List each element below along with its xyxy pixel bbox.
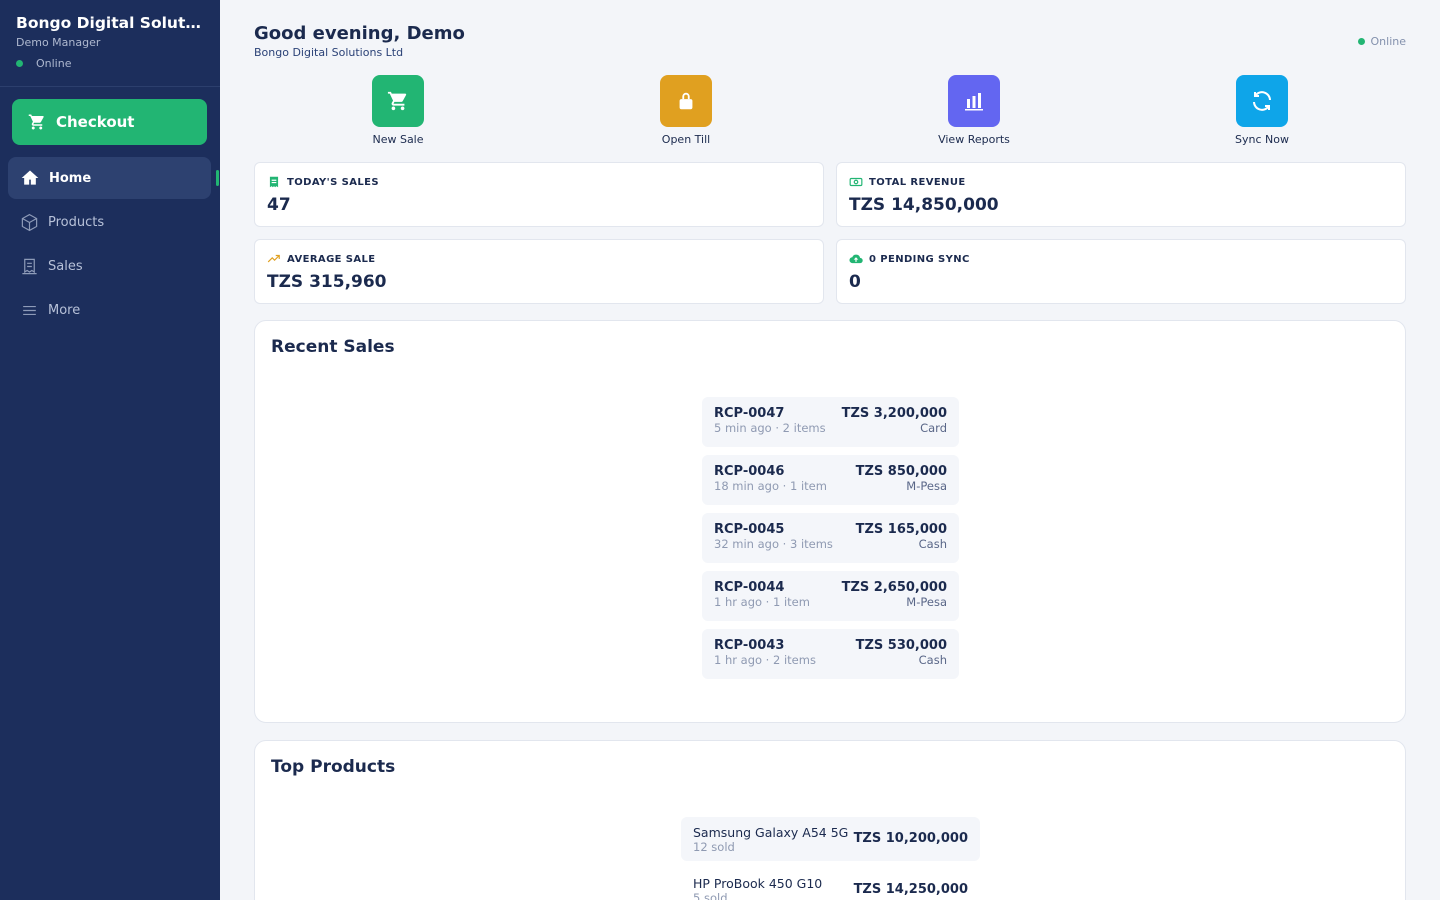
lock-icon xyxy=(660,75,712,127)
payment-method: M-Pesa xyxy=(906,479,947,493)
menu-icon xyxy=(23,305,36,315)
sidebar-item-sales[interactable]: Sales xyxy=(8,245,211,287)
sidebar: Bongo Digital Soluti... Demo Manager Onl… xyxy=(0,0,220,900)
receipt-icon xyxy=(22,258,37,274)
sale-amount: TZS 530,000 xyxy=(855,638,947,653)
sidebar-item-products[interactable]: Products xyxy=(8,201,211,243)
main-content: Good evening, Demo Bongo Digital Solutio… xyxy=(220,0,1440,900)
status-label: Online xyxy=(36,57,72,70)
action-label: Sync Now xyxy=(1235,133,1289,146)
list-item[interactable]: RCP-0043 1 hr ago · 2 items TZS 530,000 … xyxy=(702,629,959,679)
brand-name: Bongo Digital Soluti... xyxy=(16,14,206,32)
list-item[interactable]: Samsung Galaxy A54 5G 12 sold TZS 10,200… xyxy=(681,817,980,861)
sale-amount: TZS 850,000 xyxy=(855,464,947,479)
open-till-button[interactable]: Open Till xyxy=(626,75,746,146)
section-title: Recent Sales xyxy=(271,337,395,357)
connection-status: Online xyxy=(16,57,204,70)
action-label: New Sale xyxy=(372,133,424,146)
stat-label: TOTAL REVENUE xyxy=(869,176,966,188)
stat-label: TODAY'S SALES xyxy=(287,176,379,188)
active-indicator xyxy=(216,170,219,186)
sync-icon xyxy=(1236,75,1288,127)
connection-status: Online xyxy=(1357,35,1406,48)
new-sale-button[interactable]: New Sale xyxy=(338,75,458,146)
payment-method: M-Pesa xyxy=(906,595,947,609)
sidebar-item-home[interactable]: Home xyxy=(8,157,211,199)
sidebar-item-label: More xyxy=(48,302,81,318)
stat-value: 47 xyxy=(267,195,291,215)
quick-actions: New Sale Open Till View Reports Sync Now xyxy=(254,75,1406,147)
status-dot xyxy=(1357,38,1365,45)
section-title: Top Products xyxy=(271,757,396,777)
sale-amount: TZS 3,200,000 xyxy=(841,406,947,421)
box-icon xyxy=(21,213,38,231)
sale-amount: TZS 165,000 xyxy=(855,522,947,537)
stat-value: TZS 14,850,000 xyxy=(849,195,999,215)
list-item[interactable]: RCP-0045 32 min ago · 3 items TZS 165,00… xyxy=(702,513,959,563)
product-revenue: TZS 14,250,000 xyxy=(853,882,968,897)
stat-value: TZS 315,960 xyxy=(267,272,387,292)
sale-meta: 5 min ago · 2 items xyxy=(714,421,826,435)
status-label: Online xyxy=(1370,35,1406,48)
home-icon xyxy=(21,170,39,185)
sidebar-item-label: Products xyxy=(48,214,105,230)
payment-method: Cash xyxy=(918,653,947,667)
sidebar-item-label: Sales xyxy=(48,258,83,274)
top-products-card: Top Products Samsung Galaxy A54 5G 12 so… xyxy=(254,740,1406,900)
checkout-button[interactable]: Checkout xyxy=(12,99,207,145)
stat-card-todays-sales: TODAY'S SALES 47 xyxy=(254,162,824,227)
brand-header: Bongo Digital Soluti... Demo Manager Onl… xyxy=(0,0,220,87)
list-item[interactable]: RCP-0046 18 min ago · 1 item TZS 850,000… xyxy=(702,455,959,505)
sale-amount: TZS 2,650,000 xyxy=(841,580,947,595)
company-name: Bongo Digital Solutions Ltd xyxy=(254,46,404,59)
trend-up-icon xyxy=(267,254,280,263)
receipt-icon xyxy=(269,176,279,188)
user-role: Demo Manager xyxy=(16,36,101,49)
stat-value: 0 xyxy=(849,272,861,292)
stat-label: AVERAGE SALE xyxy=(287,253,376,265)
money-icon xyxy=(849,177,863,187)
sidebar-nav: Home Products Sales More xyxy=(8,157,211,333)
checkout-label: Checkout xyxy=(56,113,135,131)
recent-sales-list: RCP-0047 5 min ago · 2 items TZS 3,200,0… xyxy=(702,397,959,687)
list-item[interactable]: RCP-0044 1 hr ago · 1 item TZS 2,650,000… xyxy=(702,571,959,621)
sale-meta: 32 min ago · 3 items xyxy=(714,537,833,551)
stat-card-average-sale: AVERAGE SALE TZS 315,960 xyxy=(254,239,824,304)
view-reports-button[interactable]: View Reports xyxy=(914,75,1034,146)
stat-label: 0 PENDING SYNC xyxy=(869,253,970,265)
page-title: Good evening, Demo xyxy=(254,23,465,44)
recent-sales-card: Recent Sales RCP-0047 5 min ago · 2 item… xyxy=(254,320,1406,723)
status-dot xyxy=(16,60,23,67)
stat-card-total-revenue: TOTAL REVENUE TZS 14,850,000 xyxy=(836,162,1406,227)
bar-chart-icon xyxy=(948,75,1000,127)
cart-icon xyxy=(28,114,44,130)
payment-method: Card xyxy=(920,421,947,435)
action-label: View Reports xyxy=(938,133,1010,146)
action-label: Open Till xyxy=(661,133,711,146)
sidebar-item-label: Home xyxy=(49,170,92,186)
sale-meta: 1 hr ago · 2 items xyxy=(714,653,816,667)
list-item[interactable]: RCP-0047 5 min ago · 2 items TZS 3,200,0… xyxy=(702,397,959,447)
sidebar-item-more[interactable]: More xyxy=(8,289,211,331)
top-products-list: Samsung Galaxy A54 5G 12 sold TZS 10,200… xyxy=(681,817,980,900)
cart-icon xyxy=(372,75,424,127)
payment-method: Cash xyxy=(918,537,947,551)
sync-now-button[interactable]: Sync Now xyxy=(1202,75,1322,146)
product-revenue: TZS 10,200,000 xyxy=(853,831,968,846)
cloud-upload-icon xyxy=(849,254,863,264)
stat-card-pending-sync: 0 PENDING SYNC 0 xyxy=(836,239,1406,304)
list-item[interactable]: HP ProBook 450 G10 5 sold TZS 14,250,000 xyxy=(681,868,980,900)
